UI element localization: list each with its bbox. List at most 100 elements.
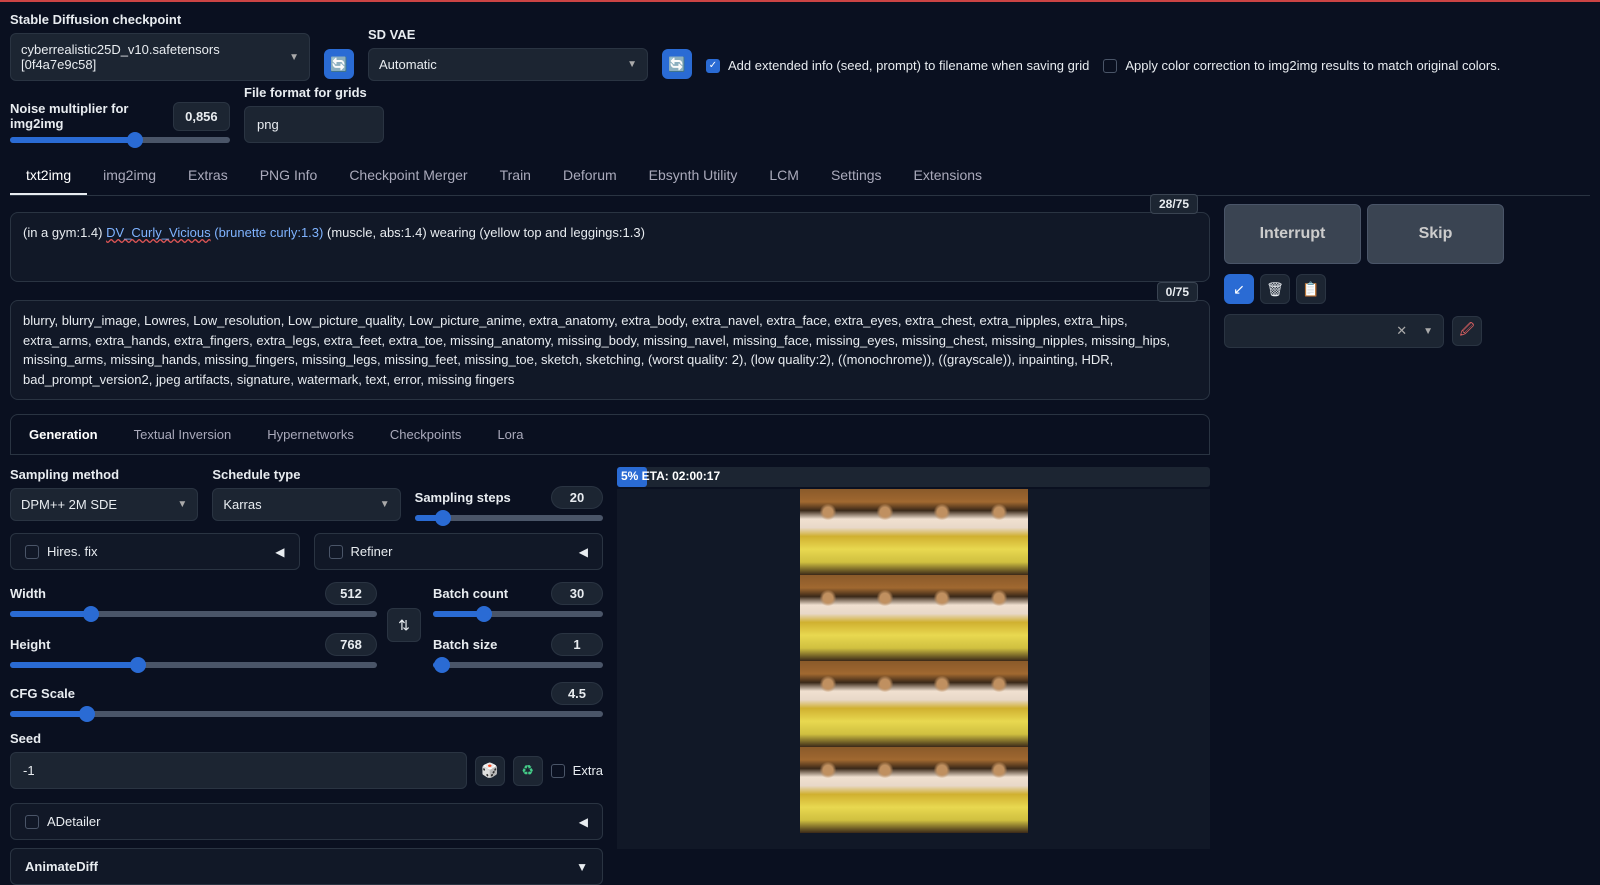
width-label: Width <box>10 586 46 601</box>
tab-checkpoint-merger[interactable]: Checkpoint Merger <box>333 157 483 195</box>
extra-seed-checkbox[interactable] <box>551 764 565 778</box>
tab-txt2img[interactable]: txt2img <box>10 157 87 195</box>
refiner-accordion[interactable]: Refiner ◀ <box>314 533 604 570</box>
width-value[interactable]: 512 <box>325 582 377 605</box>
chevron-down-icon: ▼ <box>380 499 390 510</box>
adetailer-accordion[interactable]: ADetailer ◀ <box>10 803 603 840</box>
preview-thumb <box>971 575 1028 661</box>
batch-size-value[interactable]: 1 <box>551 633 603 656</box>
tab-ebsynth[interactable]: Ebsynth Utility <box>633 157 754 195</box>
progress-text: 5% ETA: 02:00:17 <box>621 469 720 483</box>
grid-format-input[interactable]: png <box>244 106 384 143</box>
noise-value[interactable]: 0,856 <box>173 102 230 131</box>
checkpoint-value: cyberrealistic25D_v10.safetensors [0f4a7… <box>21 42 281 72</box>
batch-count-label: Batch count <box>433 586 508 601</box>
neg-prompt-token-count: 0/75 <box>1157 282 1198 302</box>
sampling-method-label: Sampling method <box>10 467 198 482</box>
prompt-seg: (muscle, abs:1.4) wearing (yellow top an… <box>327 225 645 240</box>
tab-train[interactable]: Train <box>484 157 547 195</box>
preview-thumb <box>914 747 971 833</box>
animatediff-accordion[interactable]: AnimateDiff ▼ <box>10 848 603 885</box>
sampling-steps-slider[interactable] <box>415 515 603 521</box>
width-slider[interactable] <box>10 611 377 617</box>
adetailer-checkbox[interactable] <box>25 815 39 829</box>
subtab-textual-inversion[interactable]: Textual Inversion <box>116 415 250 454</box>
chevron-down-icon: ▼ <box>576 860 588 874</box>
vae-label: SD VAE <box>368 27 648 42</box>
main-tabs: txt2img img2img Extras PNG Info Checkpoi… <box>10 157 1590 196</box>
sampling-method-dropdown[interactable]: DPM++ 2M SDE ▼ <box>10 488 198 521</box>
subtab-generation[interactable]: Generation <box>11 415 116 454</box>
refresh-checkpoint-button[interactable]: 🔄 <box>324 49 354 79</box>
swap-dimensions-button[interactable]: ⇅ <box>387 608 421 642</box>
hires-label: Hires. fix <box>47 544 98 559</box>
preview-thumb <box>971 661 1028 747</box>
tab-deforum[interactable]: Deforum <box>547 157 633 195</box>
seed-input[interactable]: -1 <box>10 752 467 789</box>
hires-fix-accordion[interactable]: Hires. fix ◀ <box>10 533 300 570</box>
chevron-left-icon: ◀ <box>579 545 588 559</box>
reuse-seed-button[interactable]: ♻ <box>513 756 543 786</box>
batch-count-slider[interactable] <box>433 611 603 617</box>
seed-label: Seed <box>10 731 603 746</box>
tab-pnginfo[interactable]: PNG Info <box>244 157 334 195</box>
sampling-steps-value[interactable]: 20 <box>551 486 603 509</box>
refiner-checkbox[interactable] <box>329 545 343 559</box>
hires-checkbox[interactable] <box>25 545 39 559</box>
preview-thumb <box>857 489 914 575</box>
height-label: Height <box>10 637 50 652</box>
edit-styles-button[interactable]: 🖉 <box>1452 316 1482 346</box>
subtab-checkpoints[interactable]: Checkpoints <box>372 415 480 454</box>
color-correction-checkbox[interactable] <box>1103 59 1117 73</box>
refresh-vae-button[interactable]: 🔄 <box>662 49 692 79</box>
paste-button[interactable]: 📋 <box>1296 274 1326 304</box>
close-icon[interactable]: ✕ <box>1396 323 1407 339</box>
extended-info-checkbox[interactable]: ✓ <box>706 59 720 73</box>
preview-thumb <box>800 661 857 747</box>
noise-slider[interactable] <box>10 137 230 143</box>
cfg-slider[interactable] <box>10 711 603 717</box>
height-value[interactable]: 768 <box>325 633 377 656</box>
batch-count-value[interactable]: 30 <box>551 582 603 605</box>
sub-tabs: Generation Textual Inversion Hypernetwor… <box>10 414 1210 455</box>
styles-dropdown[interactable]: ✕ ▼ <box>1224 314 1444 348</box>
interrupt-button[interactable]: Interrupt <box>1224 204 1361 264</box>
extended-info-label: Add extended info (seed, prompt) to file… <box>728 58 1089 73</box>
chevron-left-icon: ◀ <box>579 815 588 829</box>
preview-thumb <box>857 661 914 747</box>
clear-button[interactable]: 🗑 <box>1260 274 1290 304</box>
cfg-label: CFG Scale <box>10 686 75 701</box>
checkpoint-dropdown[interactable]: cyberrealistic25D_v10.safetensors [0f4a7… <box>10 33 310 81</box>
progress-bar: 5% ETA: 02:00:17 <box>617 467 1210 487</box>
skip-button[interactable]: Skip <box>1367 204 1504 264</box>
negative-prompt-input[interactable]: blurry, blurry_image, Lowres, Low_resolu… <box>10 300 1210 400</box>
preview-thumb <box>971 747 1028 833</box>
arrow-button[interactable]: ↙ <box>1224 274 1254 304</box>
random-seed-button[interactable]: 🎲 <box>475 756 505 786</box>
subtab-lora[interactable]: Lora <box>479 415 541 454</box>
prompt-input[interactable]: (in a gym:1.4) DV_Curly_Vicious (brunett… <box>10 212 1210 282</box>
preview-thumb <box>800 575 857 661</box>
batch-size-label: Batch size <box>433 637 497 652</box>
cfg-value[interactable]: 4.5 <box>551 682 603 705</box>
sampling-steps-label: Sampling steps <box>415 490 511 505</box>
output-preview[interactable] <box>617 489 1210 849</box>
preview-thumb <box>800 747 857 833</box>
tab-extras[interactable]: Extras <box>172 157 244 195</box>
schedule-dropdown[interactable]: Karras ▼ <box>212 488 400 521</box>
tab-lcm[interactable]: LCM <box>753 157 815 195</box>
chevron-down-icon: ▼ <box>1423 326 1433 337</box>
schedule-label: Schedule type <box>212 467 400 482</box>
tab-settings[interactable]: Settings <box>815 157 898 195</box>
tab-img2img[interactable]: img2img <box>87 157 172 195</box>
subtab-hypernetworks[interactable]: Hypernetworks <box>249 415 372 454</box>
height-slider[interactable] <box>10 662 377 668</box>
batch-size-slider[interactable] <box>433 662 603 668</box>
color-correction-label: Apply color correction to img2img result… <box>1125 58 1500 73</box>
refiner-label: Refiner <box>351 544 393 559</box>
extra-label: Extra <box>573 763 603 778</box>
preview-thumb <box>857 575 914 661</box>
prompt-seg: DV_Curly_Vicious (brunette curly:1.3) <box>106 225 323 240</box>
vae-dropdown[interactable]: Automatic ▼ <box>368 48 648 81</box>
tab-extensions[interactable]: Extensions <box>898 157 998 195</box>
